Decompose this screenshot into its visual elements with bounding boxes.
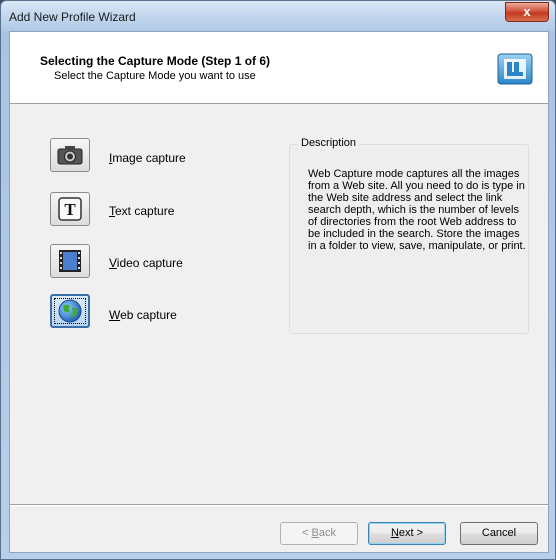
image-capture-button[interactable]	[50, 138, 90, 172]
web-capture-label[interactable]: Web capture	[109, 308, 177, 322]
step-title: Selecting the Capture Mode (Step 1 of 6)	[40, 54, 271, 68]
wizard-logo-icon	[497, 53, 533, 85]
camera-icon	[57, 146, 83, 165]
close-button[interactable]: x	[505, 2, 549, 22]
text-t-icon: T	[58, 197, 82, 221]
video-capture-label[interactable]: Video capture	[109, 256, 183, 270]
svg-text:T: T	[64, 200, 76, 219]
description-legend: Description	[298, 137, 360, 149]
cancel-button[interactable]: Cancel	[460, 522, 538, 545]
wizard-window: Add New Profile Wizard x Selecting the C…	[0, 0, 556, 560]
window-title: Add New Profile Wizard	[9, 10, 136, 24]
description-text: Web Capture mode captures all the images…	[308, 168, 526, 252]
wizard-header: Selecting the Capture Mode (Step 1 of 6)…	[10, 32, 548, 104]
globe-icon	[58, 299, 82, 323]
close-icon: x	[523, 4, 531, 19]
video-capture-button[interactable]	[50, 244, 90, 278]
web-capture-button[interactable]	[50, 294, 90, 328]
film-icon	[59, 250, 81, 272]
text-capture-label[interactable]: Text capture	[109, 204, 174, 218]
back-button[interactable]: < Back	[280, 522, 358, 545]
wizard-body: Selecting the Capture Mode (Step 1 of 6)…	[9, 31, 549, 553]
next-button[interactable]: Next >	[368, 522, 446, 545]
title-bar[interactable]: Add New Profile Wizard x	[1, 1, 555, 31]
text-capture-button[interactable]: T	[50, 192, 90, 226]
step-subtitle: Select the Capture Mode you want to use	[54, 70, 256, 82]
image-capture-label[interactable]: Image capture	[109, 151, 186, 165]
footer-separator	[10, 504, 548, 506]
